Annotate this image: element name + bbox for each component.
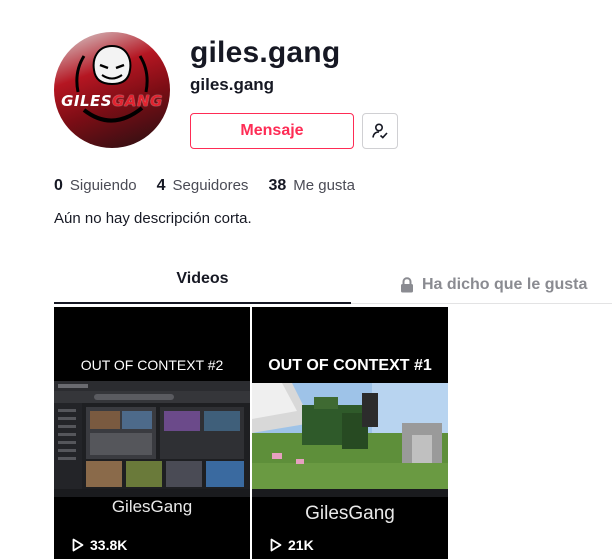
video-thumbnail <box>252 383 448 497</box>
stat-following[interactable]: 0 Siguiendo <box>54 177 137 195</box>
stat-followers-label: Seguidores <box>172 177 249 194</box>
profile-subtitle: giles.gang <box>190 75 275 94</box>
user-check-icon <box>372 123 388 139</box>
avatar-logo-text: GILESGANG <box>54 92 170 110</box>
avatar-text-gang: GANG <box>112 92 163 110</box>
video-play-count: 33.8K <box>72 537 127 553</box>
video-thumbnail-image <box>252 383 448 497</box>
video-play-count-value: 33.8K <box>90 537 128 553</box>
video-thumbnail <box>54 381 250 497</box>
profile-bio: Aún no hay descripción corta. <box>54 210 252 227</box>
tab-liked-label: Ha dicho que le gusta <box>422 276 588 293</box>
video-card[interactable]: OUT OF CONTEXT #1 GilesGang 21K <box>252 307 448 559</box>
follow-button[interactable] <box>362 113 398 149</box>
message-button[interactable]: Mensaje <box>190 113 354 149</box>
video-thumbnail-image <box>54 381 250 497</box>
play-icon <box>270 538 282 552</box>
video-play-count-value: 21K <box>288 537 314 553</box>
stat-following-value: 0 <box>54 177 63 194</box>
lock-icon <box>401 277 413 293</box>
profile-stats: 0 Siguiendo 4 Seguidores 38 Me gusta <box>54 177 375 195</box>
tab-divider <box>351 303 612 304</box>
video-card[interactable]: OUT OF CONTEXT #2 GilesGang 33.8K <box>54 307 250 559</box>
profile-title: giles.gang <box>190 36 341 69</box>
stat-followers-value: 4 <box>156 177 166 194</box>
video-brand: GilesGang <box>111 497 193 516</box>
tab-liked[interactable]: Ha dicho que le gusta <box>400 276 587 294</box>
tab-videos[interactable]: Videos <box>54 270 351 304</box>
stat-followers[interactable]: 4 Seguidores <box>157 177 249 195</box>
video-brand: GilesGang <box>305 503 395 524</box>
avatar-text-giles: GILES <box>61 92 113 110</box>
play-icon <box>72 538 84 552</box>
stat-following-label: Siguiendo <box>69 177 137 194</box>
video-title: OUT OF CONTEXT #2 <box>80 357 224 373</box>
stat-likes-value: 38 <box>268 177 287 194</box>
stat-likes: 38 Me gusta <box>268 177 355 195</box>
avatar[interactable]: GILESGANG <box>54 32 170 148</box>
avatar-mascot-icon <box>75 44 149 123</box>
stat-likes-label: Me gusta <box>293 177 355 194</box>
video-play-count: 21K <box>270 537 314 553</box>
tab-active-indicator <box>54 302 351 304</box>
video-title: OUT OF CONTEXT #1 <box>268 357 432 374</box>
